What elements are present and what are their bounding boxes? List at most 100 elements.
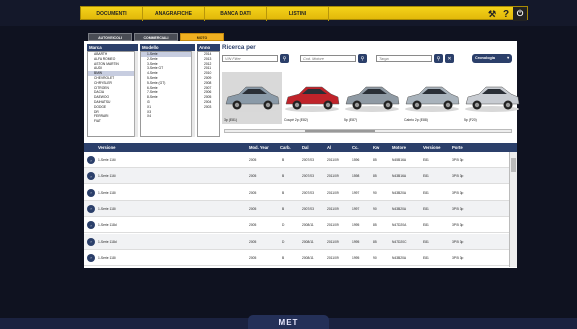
motore-search-button[interactable]: ⚲ <box>358 54 367 63</box>
gallery-card[interactable]: Cabrio 2p (E88) <box>402 72 462 124</box>
motore-input[interactable] <box>300 55 356 62</box>
table-header: Versione Mod. Year Carb. Dal Al Cc. Kw M… <box>84 143 517 152</box>
power-icon[interactable]: ⏻ <box>513 7 527 21</box>
anno-list[interactable]: 2014 2013 2012 2011 2010 2009 2008 2007 2006 2005… <box>197 51 220 137</box>
modello-header: Modello <box>140 44 195 51</box>
cell-porte: 3P/5 3p <box>452 239 464 244</box>
anno-column: Anno 2014 2013 2012 2011 2010 2009 2008 2007 200… <box>197 44 220 137</box>
targa-search-button[interactable]: ⚲ <box>434 54 443 63</box>
help-icon[interactable]: ? <box>499 7 513 21</box>
gallery-card[interactable]: 5p (F20) <box>462 72 522 124</box>
clear-button[interactable]: ✕ <box>445 54 454 63</box>
tab-commerciali[interactable]: COMMERCIALI <box>134 33 178 41</box>
list-item[interactable]: FIAT <box>88 119 137 124</box>
col-dal[interactable]: Dal <box>302 143 309 152</box>
cell-porte: 3P/5 3p <box>452 190 464 195</box>
cell-motore: N45B16A <box>392 158 407 162</box>
targa-input[interactable] <box>376 55 432 62</box>
model-gallery: 3p (E81) Coupè 2p (E82) 5p (E87) Cabrio … <box>222 70 520 132</box>
cell-carb: B <box>282 174 285 179</box>
marca-scrollbar[interactable] <box>134 51 138 137</box>
cell-mod-year: 2005 <box>249 223 257 228</box>
menu-anagrafiche[interactable]: ANAGRAFICHE <box>143 7 205 21</box>
cell-dal: 2007/03 <box>302 174 314 179</box>
menu-banca-dati[interactable]: BANCA DATI <box>205 7 267 21</box>
table-scrollbar[interactable] <box>509 152 517 267</box>
cell-versione: 1-Serie 118d <box>98 239 117 244</box>
col-versione[interactable]: Versione <box>98 143 115 152</box>
table-row[interactable]: › 1-Serie 118i 2005 B 2007/03 2011/09 1997 90 N4… <box>84 185 509 201</box>
menu-listini[interactable]: LISTINI <box>267 7 329 21</box>
table-row[interactable]: › 1-Serie 116i 2005 B 2007/03 2011/09 1598 85 N4… <box>84 168 509 185</box>
list-item[interactable]: X4 <box>141 114 194 119</box>
cell-mod-year: 2005 <box>249 239 257 244</box>
cell-kw: 85 <box>373 223 377 228</box>
cell-versione-code: E81 <box>423 158 429 162</box>
cell-porte: 3P/5 3p <box>452 158 464 162</box>
table-scroll-thumb[interactable] <box>511 158 516 172</box>
cell-kw: 85 <box>373 239 377 244</box>
cell-kw: 85 <box>373 158 377 162</box>
car-image <box>345 86 400 112</box>
col-porte[interactable]: Porte <box>452 143 463 152</box>
arrow-right-icon[interactable]: › <box>87 156 95 164</box>
vin-filter-input[interactable] <box>222 55 278 62</box>
col-motore[interactable]: Motore <box>392 143 406 152</box>
cell-motore: N43B20A <box>392 255 407 260</box>
cronologia-button[interactable]: Cronologia ▾ <box>472 54 512 63</box>
cell-cc: 1997 <box>352 206 360 211</box>
marca-list[interactable]: ABARTH ALFA ROMEO ASTON MARTIN AUDI BMW CHEVR… <box>87 51 138 137</box>
menu-documenti[interactable]: DOCUMENTI <box>81 7 143 21</box>
cell-porte: 3P/5 3p <box>452 255 464 260</box>
cell-porte: 3P/5 3p <box>452 223 464 228</box>
cell-al: 2011/09 <box>327 239 339 244</box>
gallery-scroll-thumb[interactable] <box>305 130 375 132</box>
table-row[interactable]: › 1-Serie 118d 2005 D 2008/11 2011/09 1995 85 N4… <box>84 233 509 250</box>
arrow-right-icon[interactable]: › <box>87 172 95 181</box>
cell-motore: N43B20A <box>392 190 407 195</box>
main-panel: Marca ABARTH ALFA ROMEO ASTON MARTIN AUDI BM… <box>84 41 520 268</box>
cell-kw: 85 <box>373 174 377 179</box>
arrow-right-icon[interactable]: › <box>87 204 95 213</box>
cell-porte: 3P/5 3p <box>452 206 464 211</box>
gallery-card[interactable]: 5p (E87) <box>342 72 402 124</box>
gallery-scrollbar[interactable] <box>224 129 512 133</box>
table-row[interactable]: › 1-Serie 118i 2005 B 2008/11 2011/09 1995 90 N4… <box>84 250 509 266</box>
arrow-right-icon[interactable]: › <box>87 253 95 262</box>
cell-mod-year: 2005 <box>249 206 257 211</box>
arrow-right-icon[interactable]: › <box>87 237 95 246</box>
col-al[interactable]: Al <box>327 143 331 152</box>
arrow-right-icon[interactable]: › <box>87 188 95 197</box>
cell-versione-code: E81 <box>423 223 429 228</box>
search-icon: ⚲ <box>282 55 287 62</box>
col-cc[interactable]: Cc. <box>352 143 359 152</box>
cell-motore: N43B20A <box>392 206 407 211</box>
col-mod-year[interactable]: Mod. Year <box>249 143 269 152</box>
cell-mod-year: 2005 <box>249 158 257 162</box>
col-versione-code[interactable]: Versione <box>423 143 440 152</box>
cell-kw: 90 <box>373 206 377 211</box>
table-row[interactable]: › 1-Serie 118d 2005 D 2008/11 2011/09 1995 85 N4… <box>84 217 509 234</box>
modello-scrollbar[interactable] <box>191 51 195 137</box>
car-shape <box>345 86 400 112</box>
cell-versione: 1-Serie 118d <box>98 223 117 228</box>
col-kw[interactable]: Kw <box>373 143 379 152</box>
arrow-right-icon[interactable]: › <box>87 221 95 230</box>
tab-moto[interactable]: MOTO <box>180 33 224 41</box>
vin-search-button[interactable]: ⚲ <box>280 54 289 63</box>
modello-list[interactable]: 1-Serie 2-Serie 3-Serie 3-Serie GT 4-Serie 5-… <box>140 51 195 137</box>
gallery-card[interactable]: Coupè 2p (E82) <box>282 72 342 124</box>
gallery-caption: Coupè 2p (E82) <box>284 118 308 122</box>
cell-dal: 2007/03 <box>302 190 314 195</box>
gallery-caption: Cabrio 2p (E88) <box>404 118 428 122</box>
cell-dal: 2007/03 <box>302 158 314 162</box>
gallery-card[interactable]: 3p (E81) <box>222 72 282 124</box>
list-item[interactable]: 2003 <box>198 105 219 110</box>
tab-autoveicoli[interactable]: AUTOVEICOLI <box>88 33 132 41</box>
col-carb[interactable]: Carb. <box>280 143 291 152</box>
main-menu-bar: DOCUMENTI ANAGRAFICHE BANCA DATI LISTINI… <box>80 6 528 21</box>
cell-versione: 1-Serie 118i <box>98 255 116 260</box>
tools-icon[interactable]: ⚒ <box>485 7 499 21</box>
table-row[interactable]: › 1-Serie 116i 2005 B 2007/03 2011/09 1596 85 N4… <box>84 152 509 168</box>
table-row[interactable]: › 1-Serie 118i 2005 B 2007/03 2011/09 1997 90 N4… <box>84 200 509 217</box>
